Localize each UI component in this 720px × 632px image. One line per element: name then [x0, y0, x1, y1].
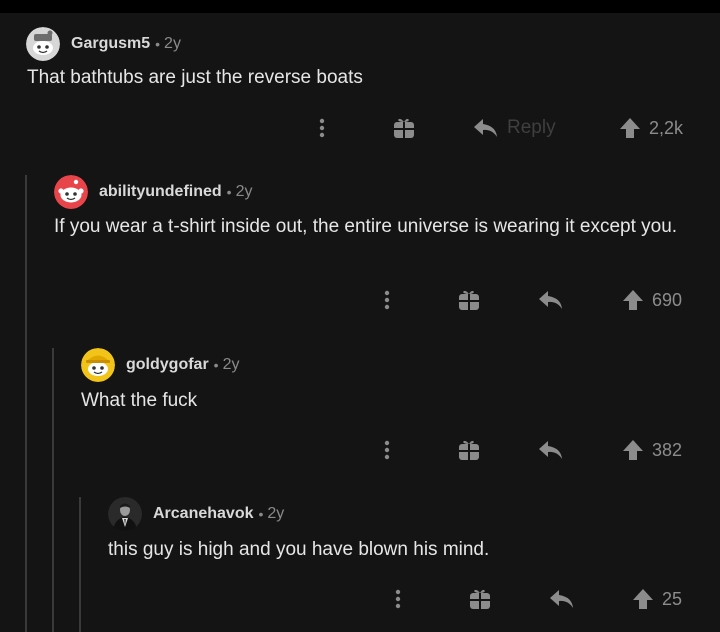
comment-body: That bathtubs are just the reverse boats: [27, 67, 363, 88]
comment-age: 2y: [267, 505, 285, 522]
user-avatar-icon[interactable]: [81, 348, 115, 382]
more-options-button[interactable]: [318, 113, 326, 143]
more-options-button[interactable]: [394, 584, 402, 614]
reply-arrow-icon: [474, 119, 497, 137]
upvote-button[interactable]: 382: [622, 435, 682, 465]
upvote-arrow-icon: [620, 118, 640, 138]
vote-count: 25: [662, 588, 683, 609]
thread-line-level-1[interactable]: [25, 175, 27, 632]
comment-body: this guy is high and you have blown his …: [108, 539, 490, 560]
vote-count: 2,2k: [649, 117, 684, 138]
reply-button[interactable]: [538, 435, 564, 465]
comment-actions: 690: [0, 285, 720, 315]
gift-icon: [470, 589, 490, 609]
comment-actions: 25: [0, 584, 720, 614]
comment-age: 2y: [235, 183, 253, 200]
user-avatar-icon[interactable]: [108, 497, 142, 531]
separator-dot: •: [258, 506, 264, 522]
upvote-button[interactable]: 2,2k: [619, 113, 683, 143]
vote-count: 690: [652, 289, 683, 310]
username[interactable]: Arcanehavok: [153, 505, 254, 523]
reply-button[interactable]: [538, 285, 564, 315]
comment-header: goldygofar • 2y: [81, 348, 239, 382]
reply-label: Reply: [507, 117, 556, 138]
comment-header: Gargusm5 • 2y: [26, 27, 181, 61]
more-options-button[interactable]: [383, 285, 391, 315]
gift-icon: [394, 118, 414, 138]
more-vertical-icon: [384, 440, 390, 460]
more-vertical-icon: [319, 118, 325, 138]
separator-dot: •: [226, 184, 232, 200]
reply-button[interactable]: [549, 584, 575, 614]
upvote-arrow-icon: [623, 440, 643, 460]
user-avatar-icon[interactable]: [54, 175, 88, 209]
comment-actions: Reply 2,2k: [0, 113, 720, 143]
upvote-arrow-icon: [623, 290, 643, 310]
gift-icon: [459, 290, 479, 310]
give-award-button[interactable]: [458, 435, 480, 465]
upvote-button[interactable]: 25: [632, 584, 682, 614]
username[interactable]: goldygofar: [126, 356, 209, 374]
give-award-button[interactable]: [469, 584, 491, 614]
comment-header: Arcanehavok • 2y: [108, 497, 284, 531]
comment-age: 2y: [222, 356, 240, 373]
gift-icon: [459, 440, 479, 460]
reply-arrow-icon: [539, 441, 562, 459]
upvote-button[interactable]: 690: [622, 285, 682, 315]
more-vertical-icon: [395, 589, 401, 609]
top-bar: [0, 0, 720, 13]
comment-actions: 382: [0, 435, 720, 465]
more-vertical-icon: [384, 290, 390, 310]
more-options-button[interactable]: [383, 435, 391, 465]
upvote-arrow-icon: [633, 589, 653, 609]
give-award-button[interactable]: [393, 113, 415, 143]
username[interactable]: Gargusm5: [71, 35, 150, 53]
reply-arrow-icon: [539, 291, 562, 309]
separator-dot: •: [213, 357, 219, 373]
user-avatar-icon[interactable]: [26, 27, 60, 61]
vote-count: 382: [652, 439, 683, 460]
separator-dot: •: [155, 36, 161, 52]
username[interactable]: abilityundefined: [99, 183, 222, 201]
comment-body: What the fuck: [81, 390, 198, 411]
reply-arrow-icon: [550, 590, 573, 608]
reply-button[interactable]: Reply: [473, 113, 556, 143]
comment-body: If you wear a t-shirt inside out, the en…: [54, 216, 678, 237]
comment-age: 2y: [164, 35, 181, 52]
comment-header: abilityundefined • 2y: [54, 175, 252, 209]
give-award-button[interactable]: [458, 285, 480, 315]
